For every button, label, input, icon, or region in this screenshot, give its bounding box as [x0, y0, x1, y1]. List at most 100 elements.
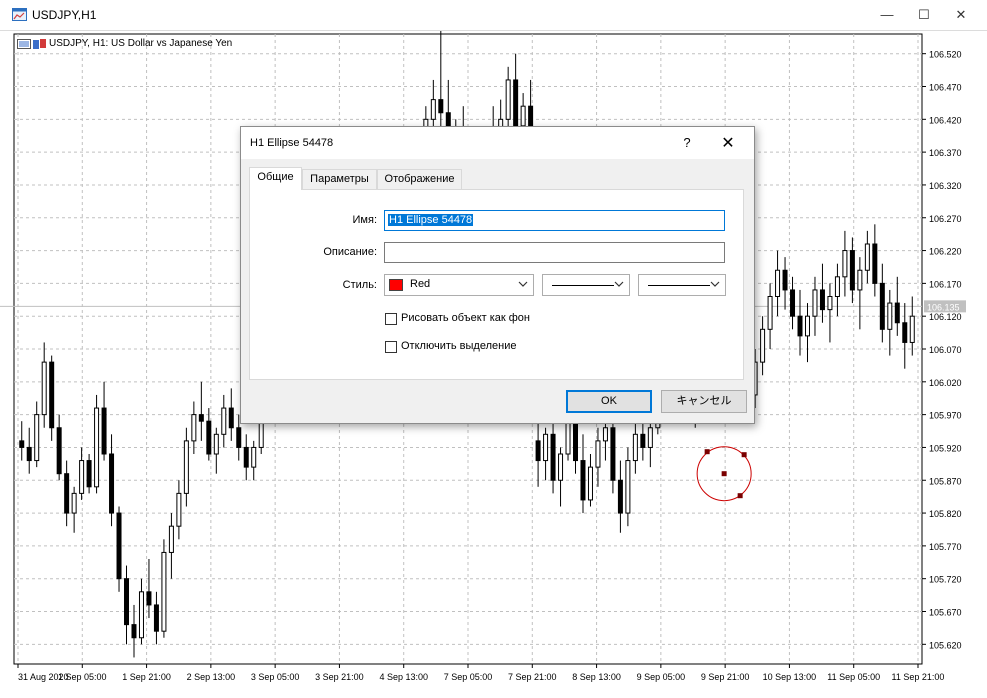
price-tick-label: 106.370 [929, 148, 962, 158]
chart-header: USDJPY, H1: US Dollar vs Japanese Yen [17, 38, 232, 52]
line-style-select[interactable] [542, 274, 630, 296]
candle-body [221, 407, 227, 435]
candle-body [640, 433, 646, 448]
time-tick-label: 9 Sep 21:00 [701, 672, 750, 682]
candle-body [124, 578, 130, 626]
name-field[interactable]: H1 Ellipse 54478 [384, 210, 725, 231]
candle-body [864, 243, 870, 271]
candle-body [213, 433, 219, 455]
time-tick-label: 1 Sep 21:00 [122, 672, 171, 682]
price-tick-label: 105.770 [929, 542, 962, 552]
name-label: Имя: [352, 214, 377, 226]
candle-body [857, 269, 863, 291]
time-tick-label: 7 Sep 21:00 [508, 672, 557, 682]
dialog-title: H1 Ellipse 54478 [250, 137, 334, 149]
price-tick-label: 106.520 [929, 50, 962, 60]
price-tick-label: 106.320 [929, 181, 962, 191]
color-select[interactable]: Red [384, 274, 534, 296]
description-field[interactable] [384, 242, 725, 263]
price-tick-label: 105.670 [929, 608, 962, 618]
time-tick-label: 9 Sep 05:00 [637, 672, 686, 682]
time-tick-label: 11 Sep 21:00 [892, 672, 945, 682]
candle-body [176, 492, 182, 527]
candle-body [183, 440, 189, 494]
name-value: H1 Ellipse 54478 [388, 214, 474, 226]
candle-body [438, 99, 444, 114]
price-tick-label: 106.070 [929, 345, 962, 355]
candle-body [894, 302, 900, 324]
candle-body [198, 414, 204, 422]
tab-parameters[interactable]: Параметры [302, 169, 377, 189]
time-tick-label: 1 Sep 05:00 [58, 672, 107, 682]
candle-body [228, 407, 234, 429]
disable-selection-checkbox[interactable] [385, 341, 397, 353]
candle-body [71, 492, 77, 514]
candle-body [602, 427, 608, 442]
maximize-button[interactable]: ☐ [909, 4, 939, 26]
trading-icon[interactable] [33, 39, 47, 49]
candle-body [206, 420, 212, 455]
candle-body [834, 276, 840, 297]
candle-body [775, 269, 781, 297]
window-titlebar: USDJPY,H1 — ☐ ✕ [0, 0, 987, 31]
line-width-select[interactable] [638, 274, 726, 296]
candle-body [849, 250, 855, 291]
ok-button[interactable]: OK [566, 390, 652, 413]
candle-body [573, 420, 579, 462]
time-tick-label: 4 Sep 13:00 [379, 672, 428, 682]
tab-display[interactable]: Отображение [377, 169, 462, 189]
window-title: USDJPY,H1 [32, 8, 97, 22]
candle-body [251, 446, 257, 468]
candle-body [138, 591, 144, 639]
candle-body [625, 460, 631, 514]
close-window-button[interactable]: ✕ [946, 4, 976, 26]
ellipse-handle [721, 471, 727, 477]
candle-body [56, 427, 62, 475]
candle-body [513, 79, 519, 127]
line-style-preview [552, 285, 614, 286]
candle-body [819, 289, 825, 311]
color-select-value: Red [410, 278, 431, 290]
line-width-preview [648, 285, 710, 286]
candle-body [842, 250, 848, 278]
time-tick-label: 10 Sep 13:00 [763, 672, 817, 682]
candle-body [161, 551, 167, 632]
price-tick-label: 105.620 [929, 640, 962, 650]
candle-body [101, 407, 107, 455]
price-tick-label: 106.220 [929, 247, 962, 257]
price-tick-label: 106.120 [929, 312, 962, 322]
style-label: Стиль: [342, 279, 377, 291]
chart-window-icon [12, 8, 27, 21]
chart-symbol-description: USDJPY, H1: US Dollar vs Japanese Yen [49, 38, 233, 49]
ellipse-handle [737, 493, 743, 499]
dialog-titlebar: H1 Ellipse 54478 ? ✕ [241, 127, 754, 159]
candle-body [41, 361, 47, 416]
candle-body [782, 269, 788, 291]
minimize-button[interactable]: — [872, 4, 902, 26]
candle-body [94, 407, 100, 488]
candle-body [19, 440, 25, 448]
chevron-down-icon [518, 281, 528, 287]
dialog-close-button[interactable]: ✕ [719, 133, 737, 153]
candle-body [116, 512, 122, 580]
time-tick-label: 2 Sep 13:00 [187, 672, 236, 682]
candle-body [550, 433, 556, 481]
price-tick-label: 106.270 [929, 214, 962, 224]
chart-properties-icon[interactable] [17, 39, 31, 49]
tab-general[interactable]: Общие [249, 167, 302, 190]
candle-body [79, 460, 85, 494]
help-button[interactable]: ? [681, 135, 693, 150]
candle-body [543, 433, 549, 462]
price-tick-label: 105.920 [929, 443, 962, 453]
candle-body [236, 427, 242, 448]
ellipse-handle [741, 452, 747, 458]
draw-as-background-checkbox[interactable] [385, 313, 397, 325]
candle-body [760, 328, 766, 363]
chevron-down-icon [710, 281, 720, 287]
cancel-button[interactable]: キャンセル [661, 390, 747, 413]
candle-body [146, 591, 152, 606]
price-tick-label: 105.720 [929, 575, 962, 585]
price-tick-label: 106.020 [929, 378, 962, 388]
candle-body [191, 414, 197, 442]
general-tab-panel: Имя: H1 Ellipse 54478 Описание: Стиль: R… [249, 189, 744, 380]
